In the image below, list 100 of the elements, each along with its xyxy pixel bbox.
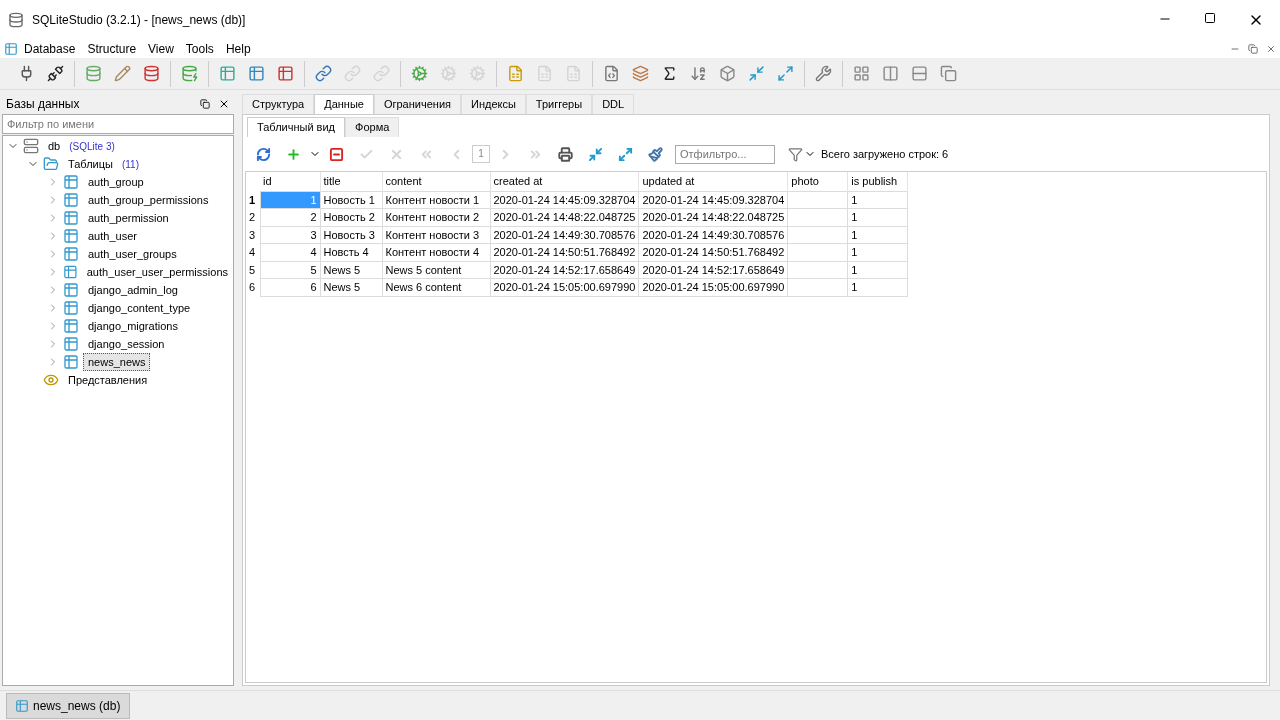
column-header[interactable]: created at: [490, 172, 639, 191]
tree-item[interactable]: auth_group_permissions: [83, 190, 214, 210]
table-cell: 2020-01-24 14:48:22.048725: [638, 208, 788, 226]
panel-title: Базы данных: [6, 96, 80, 113]
table-icon: [63, 336, 79, 352]
tab[interactable]: DDL: [592, 94, 635, 114]
row-number[interactable]: 3: [246, 226, 260, 244]
row-number[interactable]: 2: [246, 208, 260, 226]
column-header[interactable]: is publish: [847, 172, 908, 191]
mdi-close-icon[interactable]: [1266, 44, 1276, 54]
table-cell: 4: [260, 243, 320, 261]
tab[interactable]: Структура: [242, 94, 315, 114]
tab[interactable]: Форма: [345, 117, 400, 137]
menu-item[interactable]: Database: [18, 40, 82, 58]
table-cell: 2020-01-24 14:49:30.708576: [638, 226, 788, 244]
tab[interactable]: Индексы: [461, 94, 526, 114]
column-header[interactable]: title: [320, 172, 382, 191]
table-cell: News 6 content: [382, 278, 490, 296]
row-number[interactable]: 1: [246, 191, 260, 209]
menu-item[interactable]: Help: [219, 40, 257, 58]
column-header[interactable]: updated at: [638, 172, 788, 191]
table-icon: [15, 698, 29, 713]
tree-item[interactable]: django_content_type: [83, 298, 196, 318]
table-icon: [63, 264, 78, 280]
table-cell: [787, 278, 848, 296]
table-icon: [63, 354, 79, 370]
table-cell: 2020-01-24 14:52:17.658649: [638, 261, 788, 279]
row-number[interactable]: 4: [246, 243, 260, 261]
column-header[interactable]: photo: [787, 172, 848, 191]
table-icon: [63, 300, 79, 316]
row-number[interactable]: 6: [246, 278, 260, 296]
table-cell: 1: [260, 191, 320, 209]
tree-item[interactable]: auth_user: [83, 226, 142, 246]
table-cell: 3: [260, 226, 320, 244]
tree-item[interactable]: auth_permission: [83, 208, 174, 228]
tree-item[interactable]: auth_user_user_permissions: [81, 262, 233, 282]
table-cell: 2020-01-24 14:45:09.328704: [638, 191, 788, 209]
table-cell: Новость 3: [320, 226, 382, 244]
filter-field[interactable]: Фильтр по имени: [2, 114, 234, 134]
tab[interactable]: Ограничения: [373, 94, 461, 114]
expand-icon: [618, 146, 633, 162]
tree-item[interactable]: django_session: [83, 334, 170, 354]
window-button[interactable]: news_news (db): [6, 692, 130, 719]
table-cell: 2020-01-24 15:05:00.697990: [638, 278, 788, 296]
page-number: 1: [472, 145, 490, 163]
table-cell: 5: [260, 261, 320, 279]
maximize-icon[interactable]: [1204, 12, 1216, 24]
row-number[interactable]: 5: [246, 261, 260, 279]
tab[interactable]: Триггеры: [525, 94, 593, 114]
table-cell: [787, 243, 848, 261]
menu-item[interactable]: Structure: [81, 40, 143, 58]
sql-editor-icon: [603, 65, 620, 82]
tree-item[interactable]: Представления: [63, 370, 153, 390]
tree-item[interactable]: django_migrations: [83, 316, 183, 336]
tree-item[interactable]: django_admin_log: [83, 280, 183, 300]
app-icon: [8, 12, 24, 28]
table-cell: [787, 191, 848, 209]
count-label: (11): [121, 157, 139, 172]
folder-icon: [43, 156, 59, 172]
close-panel-icon[interactable]: [218, 98, 230, 110]
tree-item[interactable]: auth_user_groups: [83, 244, 182, 264]
table-cell: 2020-01-24 15:05:00.697990: [490, 278, 639, 296]
views-icon: [43, 372, 59, 388]
tree-item[interactable]: auth_group: [83, 172, 149, 192]
table-cell: Новость 1: [320, 191, 382, 209]
table-cell: 2020-01-24 14:52:17.658649: [490, 261, 639, 279]
menu-item[interactable]: View: [142, 40, 180, 58]
refresh-icon: [256, 146, 271, 162]
menu-item[interactable]: Tools: [179, 40, 220, 58]
table-icon: [63, 246, 79, 262]
collapse-icon: [588, 146, 603, 162]
table-cell: News 5: [320, 278, 382, 296]
table-icon: [63, 210, 79, 226]
count-label: (SQLite 3): [69, 139, 115, 154]
table-cell: Новость 2: [320, 208, 382, 226]
document-icon: [4, 42, 18, 56]
tab[interactable]: Табличный вид: [247, 117, 346, 137]
settings-icon: [815, 65, 832, 82]
tree-item[interactable]: Таблицы: [63, 154, 118, 174]
mdi-restore-icon[interactable]: [1248, 44, 1258, 54]
table-cell: 2020-01-24 14:50:51.768492: [490, 243, 639, 261]
tab[interactable]: Данные: [314, 94, 374, 114]
table-cell: 1: [847, 261, 908, 279]
table-cell: 6: [260, 278, 320, 296]
table-cell: Контент новости 4: [382, 243, 490, 261]
table-cell: 1: [847, 191, 908, 209]
window-title: SQLiteStudio (3.2.1) - [news_news (db)]: [32, 12, 246, 29]
filter-icon[interactable]: [788, 146, 803, 162]
tree-item[interactable]: db: [43, 136, 66, 156]
add-row-icon: [286, 146, 301, 162]
rows-loaded-label: Всего загружено строк: 6: [821, 146, 949, 162]
column-header[interactable]: content: [382, 172, 490, 191]
table-cell: 1: [847, 278, 908, 296]
undock-icon[interactable]: [200, 99, 210, 109]
table-icon: [63, 228, 79, 244]
tree-item[interactable]: news_news: [83, 352, 151, 372]
filter-field[interactable]: Отфильтро...: [675, 144, 775, 164]
table-cell: 1: [847, 243, 908, 261]
table-cell: News 5 content: [382, 261, 490, 279]
table-cell: 1: [847, 226, 908, 244]
